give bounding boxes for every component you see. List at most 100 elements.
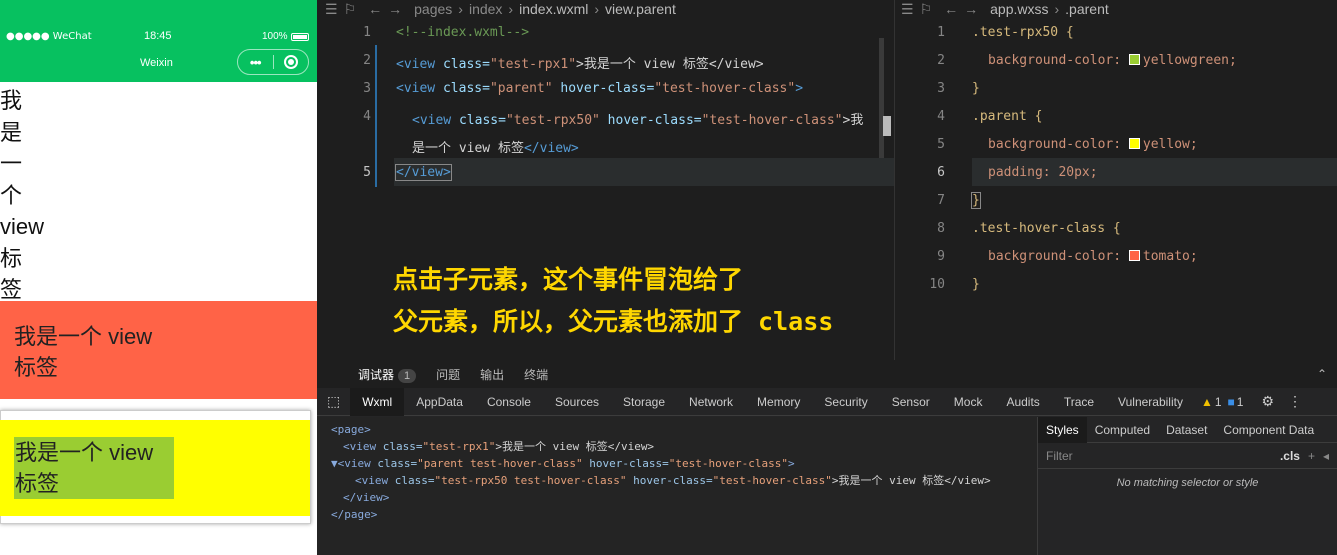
info-icon[interactable]: ■: [1228, 395, 1235, 409]
code-line[interactable]: 是一个 view 标签</view>: [412, 137, 579, 156]
toggle-sidebar-icon[interactable]: ◂: [1323, 449, 1329, 463]
tag: <view: [343, 440, 377, 453]
tab-appdata[interactable]: AppData: [404, 388, 475, 416]
breadcrumb-file[interactable]: index.wxml: [519, 1, 588, 17]
css-line[interactable]: padding: 20px;: [988, 165, 1098, 180]
parent-text-line2: 标签: [14, 355, 59, 380]
tree-node[interactable]: <view class="test-rpx1">我是一个 view 标签</vi…: [331, 438, 1023, 455]
warning-icon[interactable]: ▲: [1201, 395, 1213, 409]
list-icon[interactable]: ☰: [901, 1, 914, 18]
tab-sources[interactable]: Sources: [543, 388, 611, 416]
more-icon[interactable]: •••: [238, 55, 273, 70]
tree-node[interactable]: </page>: [331, 506, 1023, 523]
back-arrow-icon[interactable]: ←: [944, 1, 958, 17]
more-vertical-icon[interactable]: ⋮: [1288, 393, 1302, 410]
brace: }: [972, 81, 980, 96]
child-view-preview[interactable]: 我是一个 view 标签: [14, 437, 174, 499]
tree-node[interactable]: <page>: [331, 421, 1023, 438]
chevron-up-icon[interactable]: ⌃: [1317, 367, 1327, 381]
tab-security[interactable]: Security: [812, 388, 879, 416]
tab-problems[interactable]: 问题: [436, 366, 460, 383]
tab-wxml[interactable]: Wxml: [350, 387, 405, 416]
tab-styles[interactable]: Styles: [1038, 416, 1087, 443]
tag: <page>: [331, 423, 371, 436]
css-line[interactable]: background-color: tomato;: [988, 249, 1198, 264]
styles-panel: Styles Computed Dataset Component Data F…: [1037, 416, 1337, 555]
child-text-line2: 标签: [15, 471, 60, 496]
pane-divider[interactable]: [894, 0, 895, 360]
css-line[interactable]: .test-hover-class {: [972, 221, 1121, 236]
line-number: 2: [937, 53, 945, 68]
tab-output[interactable]: 输出: [480, 366, 504, 383]
tree-node[interactable]: </view>: [331, 489, 1023, 506]
cls-button[interactable]: .cls: [1280, 449, 1300, 463]
css-line[interactable]: }: [971, 192, 981, 209]
tab-component-data[interactable]: Component Data: [1215, 417, 1322, 443]
css-line[interactable]: background-color: yellow;: [988, 137, 1198, 152]
breadcrumb-node[interactable]: view.parent: [605, 1, 676, 17]
css-line[interactable]: background-color: yellowgreen;: [988, 53, 1237, 68]
status-time: 18:45: [144, 30, 172, 42]
code-line[interactable]: </view>: [395, 164, 452, 181]
attr: class=: [435, 81, 490, 96]
tab-terminal[interactable]: 终端: [524, 366, 548, 383]
tab-console[interactable]: Console: [475, 388, 543, 416]
bookmark-icon[interactable]: ⚐: [344, 1, 357, 18]
tree-node[interactable]: <view class="test-rpx50 test-hover-class…: [331, 472, 1023, 489]
inspect-icon[interactable]: ⬚: [317, 393, 350, 410]
breadcrumb-pages[interactable]: pages: [414, 1, 452, 17]
breadcrumb-selector[interactable]: .parent: [1065, 1, 1109, 17]
filter-input[interactable]: Filter: [1046, 449, 1073, 463]
code-line[interactable]: <view class="test-rpx1">我是一个 view 标签</vi…: [396, 53, 764, 72]
tab-vulnerability[interactable]: Vulnerability: [1106, 388, 1195, 416]
battery-icon: [290, 32, 309, 41]
tab-trace[interactable]: Trace: [1052, 388, 1106, 416]
css-line[interactable]: .test-rpx50 {: [972, 25, 1074, 40]
color-swatch-icon[interactable]: [1128, 54, 1140, 65]
tab-debugger[interactable]: 调试器 1: [358, 366, 417, 383]
tab-audits[interactable]: Audits: [994, 388, 1051, 416]
scrollbar[interactable]: [879, 38, 884, 158]
gear-icon[interactable]: ⚙: [1261, 393, 1274, 410]
code-line[interactable]: <view class="parent" hover-class="test-h…: [396, 81, 803, 96]
attr: class=: [370, 457, 418, 470]
css-line[interactable]: }: [972, 277, 980, 292]
chevron-right-icon: ›: [1054, 1, 1060, 17]
bookmark-icon[interactable]: ⚐: [920, 1, 933, 18]
color-swatch-icon[interactable]: [1128, 138, 1140, 149]
chevron-right-icon: ›: [508, 1, 514, 17]
tag: <view: [396, 81, 436, 96]
list-icon[interactable]: ☰: [325, 1, 338, 18]
line-number-active: 5: [363, 165, 371, 180]
rpx1-char: 个: [0, 182, 23, 208]
tab-network[interactable]: Network: [677, 388, 745, 416]
forward-arrow-icon[interactable]: →: [964, 1, 978, 17]
parent-view-hovered[interactable]: 我是一个 view 标签: [0, 301, 317, 399]
test-rpx1-view[interactable]: 我 是 一 个 view 标 签: [0, 85, 44, 306]
breadcrumb-index[interactable]: index: [469, 1, 502, 17]
close-miniprogram-button[interactable]: [273, 55, 308, 69]
attr: hover-class=: [582, 457, 669, 470]
color-swatch-icon[interactable]: [1128, 250, 1140, 261]
parent-text-line1: 我是一个 view: [14, 324, 153, 349]
breadcrumb-file[interactable]: app.wxss: [990, 1, 1048, 17]
code-line[interactable]: <view class="test-rpx50" hover-class="te…: [412, 109, 863, 128]
css-line[interactable]: .parent {: [972, 109, 1042, 124]
tab-dataset[interactable]: Dataset: [1158, 417, 1215, 443]
value: "test-rpx1": [489, 57, 577, 72]
line-number: 7: [937, 193, 945, 208]
attr: hover-class=: [552, 81, 655, 96]
tab-computed[interactable]: Computed: [1087, 417, 1158, 443]
filter-bar: Filter .cls + ◂: [1038, 443, 1337, 469]
tab-memory[interactable]: Memory: [745, 388, 812, 416]
back-arrow-icon[interactable]: ←: [368, 1, 382, 17]
battery-level: 100%: [262, 31, 288, 42]
tab-mock[interactable]: Mock: [942, 388, 995, 416]
code-line[interactable]: <!--index.wxml-->: [396, 25, 529, 40]
tab-storage[interactable]: Storage: [611, 388, 677, 416]
add-rule-button[interactable]: +: [1308, 449, 1315, 463]
forward-arrow-icon[interactable]: →: [388, 1, 402, 17]
css-line[interactable]: }: [972, 81, 980, 96]
tab-sensor[interactable]: Sensor: [880, 388, 942, 416]
tree-node-expanded[interactable]: ▼<view class="parent test-hover-class" h…: [331, 455, 1023, 472]
